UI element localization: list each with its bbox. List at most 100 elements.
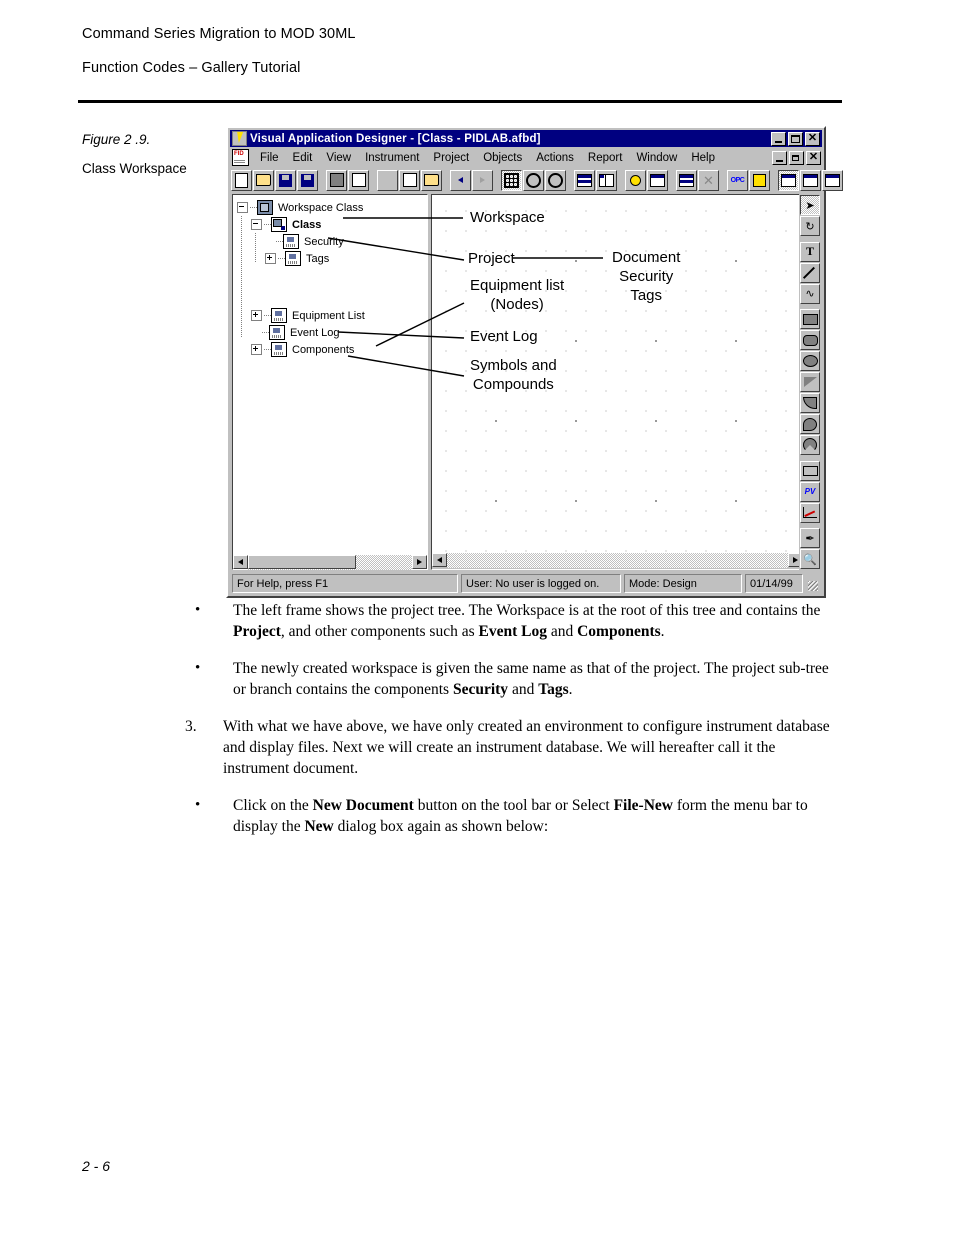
list-marker: • — [195, 797, 201, 813]
zoom-out-icon[interactable] — [523, 169, 544, 191]
list-item: • The left frame shows the project tree.… — [185, 600, 845, 642]
menu-item-file[interactable]: File — [253, 151, 286, 165]
print-icon[interactable] — [326, 169, 347, 191]
undo-icon[interactable] — [450, 169, 471, 191]
close-button[interactable]: ✕ — [805, 131, 820, 146]
menu-item-project[interactable]: Project — [426, 151, 476, 165]
mdi-window-controls: ✕ — [772, 150, 822, 165]
paste-icon[interactable] — [421, 169, 442, 191]
expander-plus-icon[interactable] — [251, 310, 262, 321]
menu-item-view[interactable]: View — [319, 151, 358, 165]
list-marker: 3. — [185, 718, 197, 735]
scroll-track[interactable] — [447, 553, 788, 568]
tree-item-components[interactable]: Components — [237, 341, 425, 358]
menu-item-help[interactable]: Help — [684, 151, 722, 165]
canvas-horizontal-scrollbar[interactable] — [432, 553, 803, 569]
document-icon — [271, 308, 287, 323]
horizontal-tile-icon[interactable] — [574, 169, 595, 191]
tree-connector — [276, 241, 283, 242]
scroll-left-button[interactable] — [233, 555, 248, 569]
button-icon[interactable] — [800, 460, 820, 481]
class-icon — [271, 217, 287, 232]
mdi-close-button[interactable]: ✕ — [806, 150, 821, 165]
zoom-in-icon[interactable] — [545, 169, 566, 191]
scroll-right-button[interactable] — [412, 555, 427, 569]
copy-icon[interactable] — [399, 169, 420, 191]
save-all-icon[interactable] — [297, 169, 318, 191]
pie-icon[interactable] — [800, 414, 820, 434]
window-cascade-icon[interactable] — [778, 169, 799, 191]
save-icon[interactable] — [275, 169, 296, 191]
rounded-rectangle-icon[interactable] — [800, 330, 820, 350]
menu-bar: File Edit View Instrument Project Object… — [230, 148, 822, 167]
line-icon[interactable] — [800, 262, 820, 283]
minimize-button[interactable] — [771, 131, 786, 146]
mdi-minimize-button[interactable] — [772, 150, 787, 165]
resize-grip[interactable] — [806, 574, 820, 593]
trend-chart-icon[interactable] — [800, 502, 820, 523]
menu-item-actions[interactable]: Actions — [529, 151, 581, 165]
polygon-icon[interactable] — [800, 372, 820, 392]
pie-slice-icon[interactable] — [800, 435, 820, 455]
tree-connector — [250, 207, 257, 208]
redo-icon[interactable] — [472, 169, 493, 191]
expander-minus-icon[interactable] — [251, 219, 262, 230]
menu-item-report[interactable]: Report — [581, 151, 630, 165]
list-item: 3. With what we have above, we have only… — [185, 716, 845, 779]
figure-title: Class Workspace — [82, 161, 187, 176]
cut-icon[interactable] — [377, 169, 398, 191]
scroll-left-button[interactable] — [432, 553, 447, 567]
rotate-icon[interactable]: ↻ — [800, 216, 820, 236]
text-icon[interactable]: T — [800, 241, 820, 262]
new-document-icon[interactable] — [231, 169, 252, 191]
menu-item-objects[interactable]: Objects — [476, 151, 529, 165]
pointer-icon[interactable]: ➤ — [800, 195, 820, 215]
menu-item-edit[interactable]: Edit — [286, 151, 320, 165]
tag-icon[interactable] — [625, 169, 646, 191]
grid-icon[interactable] — [501, 169, 522, 191]
mdi-restore-button[interactable] — [789, 150, 804, 165]
maximize-button[interactable] — [788, 131, 803, 146]
scroll-thumb[interactable] — [248, 555, 357, 569]
expander-minus-icon[interactable] — [237, 202, 248, 213]
menu-item-window[interactable]: Window — [629, 151, 684, 165]
tree-item-event-log[interactable]: Event Log — [237, 324, 425, 341]
rectangle-icon[interactable] — [800, 309, 820, 329]
tree-item-equipment-list[interactable]: Equipment List — [237, 307, 425, 324]
tree-branch-line — [255, 233, 256, 263]
tree-item-class[interactable]: Class — [237, 216, 425, 233]
title-bar: Visual Application Designer - [Class - P… — [230, 130, 822, 147]
tree-item-workspace-class[interactable]: Workspace Class — [237, 199, 425, 216]
eyedropper-icon[interactable]: ✒ — [800, 528, 820, 548]
open-folder-icon[interactable] — [253, 169, 274, 191]
fid-document-icon[interactable] — [232, 149, 249, 166]
wizard-icon[interactable] — [749, 169, 770, 191]
tree-item-tags[interactable]: Tags — [237, 250, 425, 267]
print-preview-icon[interactable] — [348, 169, 369, 191]
properties-icon[interactable] — [647, 169, 668, 191]
opc-icon[interactable]: OPC — [727, 169, 748, 191]
delete-icon[interactable]: ✕ — [698, 169, 719, 191]
window-controls: ✕ — [771, 131, 821, 146]
curve-icon[interactable]: ∿ — [800, 283, 820, 304]
vertical-tile-icon[interactable] — [596, 169, 617, 191]
arc-icon[interactable] — [800, 393, 820, 413]
tree-horizontal-scrollbar[interactable] — [233, 554, 427, 570]
body-content: • The left frame shows the project tree.… — [185, 600, 845, 853]
expander-plus-icon[interactable] — [265, 253, 276, 264]
magnifier-icon[interactable]: 🔍 — [800, 549, 820, 569]
annotation-project: Project — [468, 250, 515, 267]
ellipse-icon[interactable] — [800, 351, 820, 371]
project-tree-pane[interactable]: Workspace Class Class Security Tags Equi… — [232, 194, 428, 570]
tree-connector — [264, 349, 271, 350]
tree-item-security[interactable]: Security — [237, 233, 425, 250]
tree-gap — [237, 267, 425, 307]
menu-item-instrument[interactable]: Instrument — [358, 151, 426, 165]
window-list-icon[interactable] — [800, 169, 821, 191]
sort-icon[interactable] — [676, 169, 697, 191]
pv-field-icon[interactable]: PV — [800, 481, 820, 502]
expander-plus-icon[interactable] — [251, 344, 262, 355]
window-detail-icon[interactable] — [822, 169, 843, 191]
scroll-track[interactable] — [248, 554, 412, 570]
header-line-1: Command Series Migration to MOD 30ML — [82, 26, 356, 42]
